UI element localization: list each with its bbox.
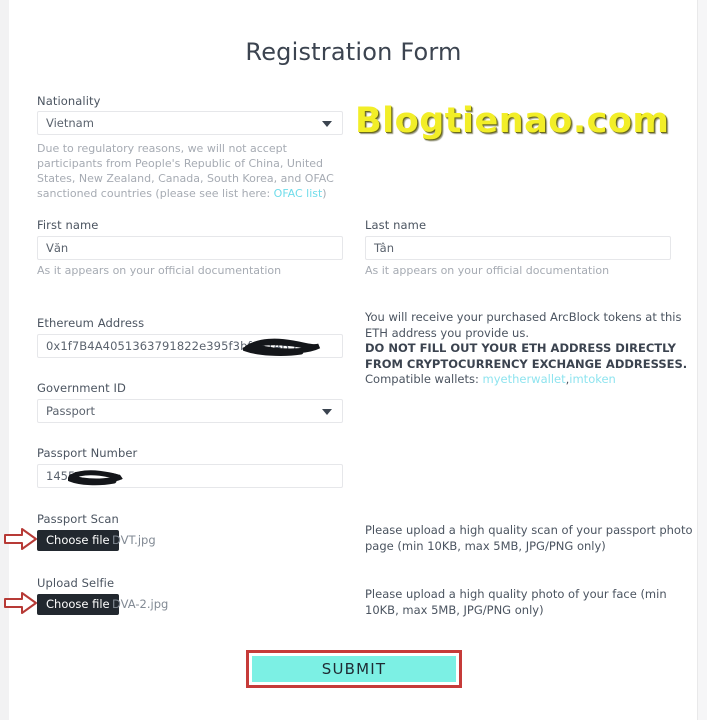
chevron-down-icon — [322, 121, 332, 127]
submit-button[interactable]: SUBMIT — [252, 656, 456, 682]
government-id-selected-value: Passport — [46, 404, 96, 418]
nationality-notice-suffix: ) — [322, 187, 327, 200]
first-name-helper: As it appears on your official documenta… — [37, 264, 282, 277]
myetherwallet-link[interactable]: myetherwallet — [483, 372, 566, 386]
eth-address-input[interactable]: 0x1f7B4A4051363791822e395f3bfd314B5 — [37, 334, 343, 358]
imtoken-link[interactable]: imtoken — [569, 372, 616, 386]
government-id-select[interactable]: Passport — [37, 399, 343, 423]
eth-note-line-3-prefix: Compatible wallets: — [365, 372, 483, 386]
first-name-label: First name — [37, 218, 99, 232]
submit-button-annotation: SUBMIT — [246, 650, 462, 688]
eth-address-label: Ethereum Address — [37, 316, 145, 330]
page-background: Registration Form Blogtienao.com Nationa… — [0, 0, 707, 720]
passport-scan-instructions: Please upload a high quality scan of you… — [365, 523, 693, 553]
eth-note-line-1: You will receive your purchased ArcBlock… — [365, 310, 682, 340]
eth-address-note: You will receive your purchased ArcBlock… — [365, 310, 691, 388]
upload-selfie-filename: DVA-2.jpg — [112, 597, 169, 611]
passport-scan-filename: DVT.jpg — [112, 533, 156, 547]
upload-selfie-choose-file-button[interactable]: Choose file — [37, 594, 119, 615]
nationality-select[interactable]: Vietnam — [37, 111, 343, 135]
last-name-input[interactable]: Tân — [365, 236, 671, 260]
eth-note-line-2: DO NOT FILL OUT YOUR ETH ADDRESS DIRECTL… — [365, 341, 688, 371]
nationality-label: Nationality — [37, 94, 101, 108]
last-name-helper: As it appears on your official documenta… — [365, 264, 610, 277]
passport-scan-label: Passport Scan — [37, 512, 119, 526]
chevron-down-icon — [322, 409, 332, 415]
government-id-label: Government ID — [37, 381, 126, 395]
passport-scan-choose-file-button[interactable]: Choose file — [37, 530, 119, 551]
passport-number-label: Passport Number — [37, 446, 138, 460]
ofac-list-link[interactable]: OFAC list — [274, 187, 323, 200]
upload-selfie-label: Upload Selfie — [37, 576, 115, 590]
left-page-edge — [0, 0, 9, 720]
passport-number-input[interactable]: 1455 — [37, 464, 343, 488]
nationality-notice: Due to regulatory reasons, we will not a… — [37, 141, 345, 201]
page-title: Registration Form — [245, 38, 462, 66]
upload-selfie-instructions: Please upload a high quality photo of yo… — [365, 587, 667, 617]
last-name-label: Last name — [365, 218, 427, 232]
nationality-selected-value: Vietnam — [46, 116, 94, 130]
first-name-input[interactable]: Văn — [37, 236, 343, 260]
right-page-edge — [697, 0, 707, 720]
